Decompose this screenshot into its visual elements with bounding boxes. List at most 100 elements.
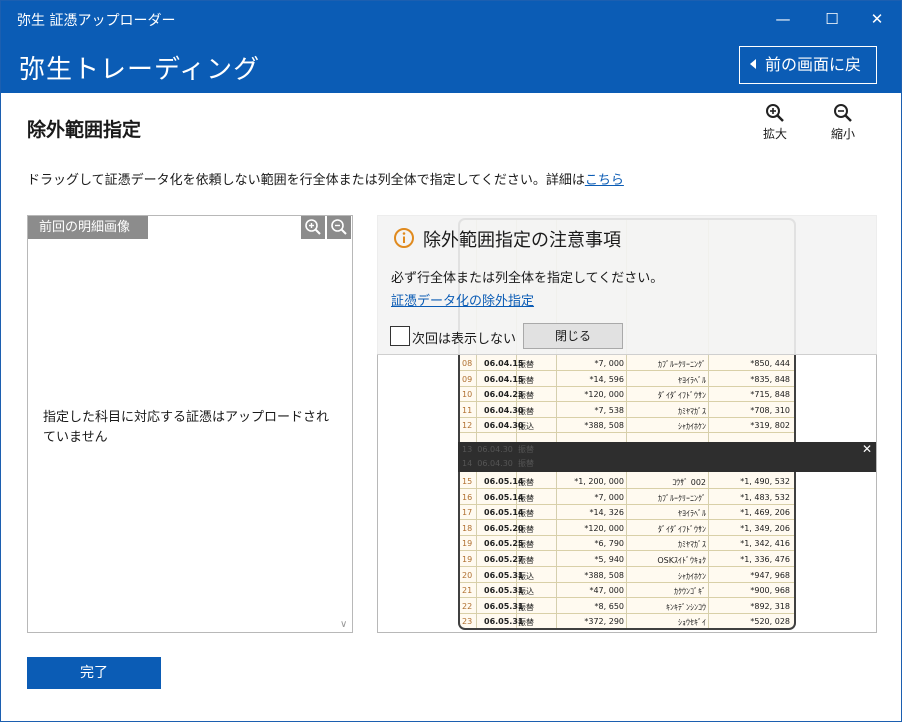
maximize-button[interactable]: ☐ [810, 5, 854, 33]
instruction-body: ドラッグして証憑データ化を依頼しない範囲を行全体または列全体で指定してください。… [27, 173, 585, 188]
row-number: 22 [462, 601, 473, 611]
notice-dialog: 除外範囲指定の注意事項 必ず行全体または列全体を指定してください。 証憑データ化… [377, 215, 877, 355]
table-row[interactable]: 12 06.04.30 振込 *388, 508 ｼｬｶｲﾎｹﾝ *319, 802 [460, 418, 794, 434]
row-type: 振替 [518, 406, 534, 416]
caret-left-icon [750, 58, 756, 69]
close-window-button[interactable]: ✕ [855, 5, 899, 33]
row-type: 振替 [518, 493, 534, 503]
row-balance: *1, 483, 532 [740, 492, 790, 502]
table-row[interactable]: 21 06.05.31 振込 *47, 000 ｶｸｳﾝｺﾞｷﾞ *900, 968 [460, 583, 794, 599]
excluded-range-overlay[interactable]: 13 06.04.30 振替 14 06.04.30 振替 ✕ [458, 442, 876, 472]
dont-show-again-checkbox[interactable] [390, 326, 410, 346]
row-amount: *120, 000 [584, 523, 624, 533]
window-title: 弥生 証憑アップローダー [17, 13, 176, 29]
row-type: 振替 [518, 602, 534, 612]
row-balance: *1, 349, 206 [740, 523, 790, 533]
zoom-in-button[interactable]: 拡大 [755, 103, 795, 142]
table-row[interactable]: 20 06.05.31 振込 *388, 508 ｼｬｶｲﾎｹﾝ *947, 968 [460, 568, 794, 583]
row-number: 19 [462, 555, 473, 564]
row-number: 09 [462, 374, 473, 384]
row-payee: ｼｮｳｾｷﾞｲ [678, 618, 706, 628]
chevron-down-icon[interactable]: ∨ [340, 619, 347, 630]
table-row[interactable]: 19 06.05.27 振替 *5, 940 OSKｽｲﾄﾞｳｷｮｸ *1, 336, 4… [460, 552, 794, 567]
excluded-row: 13 06.04.30 振替 [462, 445, 534, 454]
row-amount: *1, 200, 000 [574, 477, 624, 486]
zoom-out-label: 縮小 [830, 127, 855, 141]
table-row[interactable]: 22 06.05.31 振替 *8, 650 ｷﾝｷﾃﾞﾝｼﾝｺｳ *892, 318 [460, 599, 794, 614]
app-title: 弥生トレーディング [19, 55, 261, 85]
row-number: 17 [462, 508, 473, 518]
zoom-in-icon [766, 104, 784, 122]
row-payee: OSKｽｲﾄﾞｳｷｮｸ [657, 556, 706, 565]
row-number: 15 [462, 477, 473, 486]
panel-scrollbar[interactable]: ∨ [336, 239, 352, 632]
zoom-out-icon [834, 104, 852, 122]
zoom-in-label: 拡大 [762, 127, 787, 141]
row-number: 23 [462, 617, 473, 627]
row-number: 10 [462, 390, 473, 400]
row-amount: *7, 538 [594, 405, 624, 415]
back-button[interactable]: 前の画面に戻る [739, 46, 877, 110]
row-payee: ｶｸｳﾝｺﾞｷﾞ [674, 587, 706, 597]
row-type: 振替 [518, 509, 534, 519]
row-amount: *14, 326 [589, 508, 624, 518]
row-payee: ｼｬｶｲﾎｹﾝ [678, 422, 706, 432]
panel-zoom-in-button[interactable] [301, 216, 325, 239]
row-balance: *850, 444 [750, 359, 790, 368]
row-payee: ｶﾐﾔﾏｶﾞｽ [678, 406, 706, 416]
table-row[interactable]: 17 06.05.14 振替 *14, 326 ﾔﾖｲﾗﾍﾞﾙ *1, 469, 206 [460, 505, 794, 521]
exclusion-help-link[interactable]: 証憑データ化の除外指定 [391, 290, 534, 309]
info-icon [394, 228, 414, 248]
previous-statement-tab: 前回の明細画像 [28, 216, 148, 239]
row-balance: *708, 310 [750, 405, 790, 415]
row-number: 11 [462, 405, 473, 415]
panel-zoom-out-button[interactable] [327, 216, 351, 239]
dont-show-again-label[interactable]: 次回は表示しない [412, 328, 516, 347]
row-number: 18 [462, 523, 473, 533]
row-type: 振替 [518, 375, 534, 385]
table-row[interactable]: 23 06.05.31 振替 *372, 290 ｼｮｳｾｷﾞｲ *520, 028 [460, 614, 794, 628]
back-button-label: 前の画面に戻る [750, 55, 862, 110]
table-row[interactable]: 15 06.05.14 振替 *1, 200, 000 ｺｳｻﾞ 002 *1, 490,… [460, 474, 794, 489]
title-bar: 弥生 証憑アップローダー — ☐ ✕ [1, 1, 901, 37]
close-notice-button[interactable]: 閉じる [523, 323, 623, 349]
row-payee: ﾔﾖｲﾗﾍﾞﾙ [678, 375, 706, 385]
row-balance: *1, 336, 476 [740, 555, 790, 564]
details-link[interactable]: こちら [585, 173, 624, 188]
row-payee: ｶﾌﾞﾙｰｸﾘｰﾆﾝｸﾞ [658, 493, 706, 503]
row-balance: *319, 802 [750, 421, 790, 431]
row-type: 振替 [518, 524, 534, 534]
table-row[interactable]: 08 06.04.15 振替 *7, 000 ｶﾌﾞﾙｰｸﾘｰﾆﾝｸﾞ *850, 444 [460, 356, 794, 371]
done-button[interactable]: 完了 [27, 657, 161, 689]
row-payee: ﾔﾖｲﾗﾍﾞﾙ [678, 509, 706, 519]
row-payee: ｼｬｶｲﾎｹﾝ [678, 571, 706, 581]
row-payee: ｷﾝｷﾃﾞﾝｼﾝｺｳ [666, 602, 706, 612]
row-balance: *892, 318 [750, 601, 790, 611]
table-row[interactable]: 18 06.05.20 振替 *120, 000 ﾀﾞｲﾀﾞｲﾌﾄﾞｳｻﾝ *1, 349… [460, 521, 794, 536]
app-header: 弥生トレーディング 前の画面に戻る [1, 37, 901, 110]
zoom-out-button[interactable]: 縮小 [823, 103, 863, 142]
previous-statement-panel: 前回の明細画像 指定した科目に対応する証憑はアップロードされていません ∨ [27, 215, 353, 633]
table-row[interactable]: 09 06.04.15 振替 *14, 596 ﾔﾖｲﾗﾍﾞﾙ *835, 848 [460, 372, 794, 387]
row-amount: *7, 000 [594, 492, 624, 502]
row-number: 12 [462, 421, 473, 431]
row-payee: ﾀﾞｲﾀﾞｲﾌﾄﾞｳｻﾝ [658, 524, 706, 534]
minimize-button[interactable]: — [761, 5, 805, 33]
zoom-out-icon [331, 219, 347, 235]
row-balance: *1, 342, 416 [740, 539, 790, 549]
table-row[interactable]: 16 06.05.14 振替 *7, 000 ｶﾌﾞﾙｰｸﾘｰﾆﾝｸﾞ *1, 483, … [460, 490, 794, 505]
table-row[interactable]: 10 06.04.23 振替 *120, 000 ﾀﾞｲﾀﾞｲﾌﾄﾞｳｻﾝ *715, 8… [460, 387, 794, 403]
no-receipt-message: 指定した科目に対応する証憑はアップロードされていません [43, 410, 330, 445]
row-type: 振込 [518, 587, 534, 597]
table-row[interactable]: 11 06.04.30 振替 *7, 538 ｶﾐﾔﾏｶﾞｽ *708, 310 [460, 403, 794, 418]
row-amount: *7, 000 [594, 359, 624, 368]
row-balance: *1, 469, 206 [740, 508, 790, 518]
row-type: 振替 [518, 478, 534, 487]
row-payee: ﾀﾞｲﾀﾞｲﾌﾄﾞｳｻﾝ [658, 391, 706, 401]
row-number: 16 [462, 492, 473, 502]
row-amount: *5, 940 [594, 555, 624, 564]
row-type: 振替 [518, 391, 534, 401]
excluded-row: 14 06.04.30 振替 [462, 459, 534, 468]
remove-exclusion-icon[interactable]: ✕ [862, 442, 872, 456]
table-row[interactable]: 19 06.05.25 振替 *6, 790 ｶﾐﾔﾏｶﾞｽ *1, 342, 416 [460, 536, 794, 552]
